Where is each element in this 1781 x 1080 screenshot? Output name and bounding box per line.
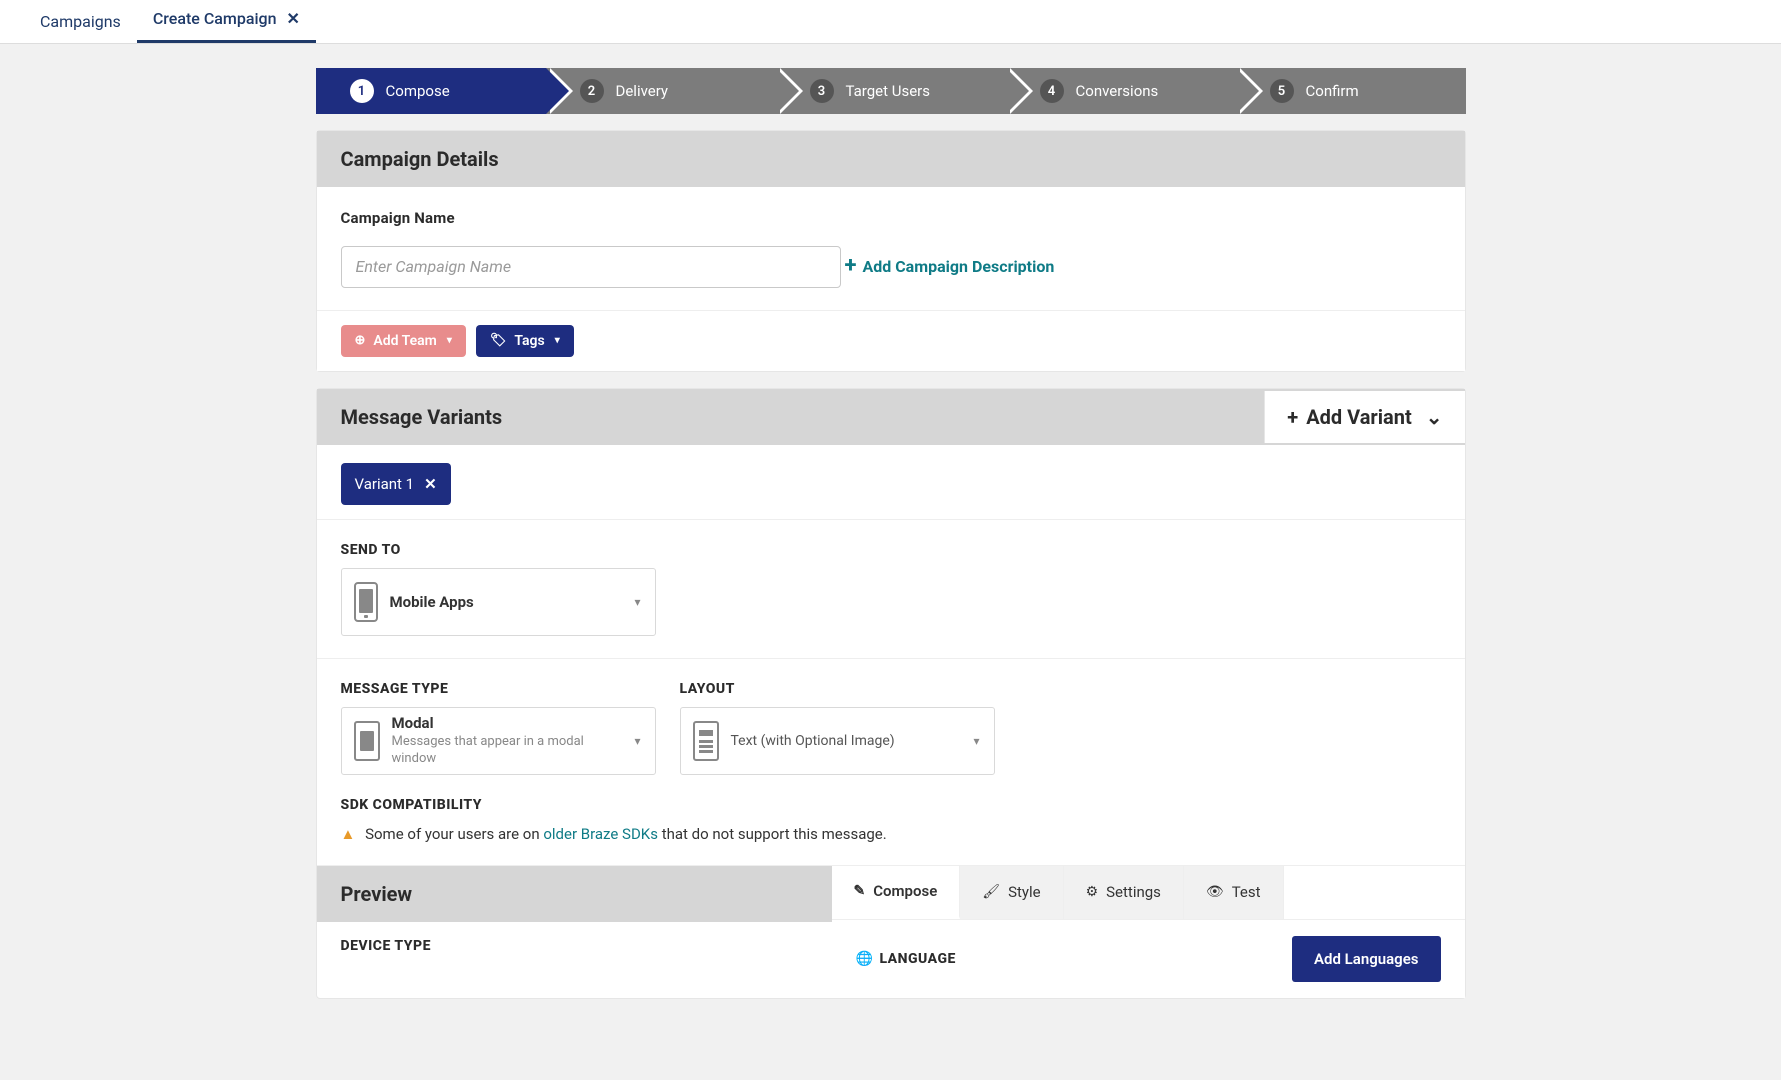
globe-icon: 🌐 xyxy=(856,951,874,967)
step-number: 1 xyxy=(350,79,374,103)
step-number: 4 xyxy=(1040,79,1064,103)
layout-value: Text (with Optional Image) xyxy=(731,733,895,751)
editor-tab-settings-label: Settings xyxy=(1106,883,1161,901)
add-variant-button[interactable]: + Add Variant ⌄ xyxy=(1264,391,1464,443)
editor-tab-style-label: Style xyxy=(1008,883,1041,901)
tab-create-campaign-label: Create Campaign xyxy=(153,9,277,28)
caret-down-icon: ▾ xyxy=(634,734,640,748)
editor-tab-settings[interactable]: ⚙ Settings xyxy=(1064,866,1184,919)
editor-tab-style[interactable]: 🖌 Style xyxy=(960,866,1063,919)
older-sdks-link[interactable]: older Braze SDKs xyxy=(543,825,658,843)
sdk-warning: ▲ Some of your users are on older Braze … xyxy=(341,825,1441,843)
preview-header: Preview xyxy=(317,866,832,922)
variant-tab-bar: Variant 1 ✕ xyxy=(317,445,1465,520)
layout-select[interactable]: Text (with Optional Image) ▾ xyxy=(680,707,995,775)
caret-down-icon: ▾ xyxy=(447,335,452,346)
step-number: 2 xyxy=(580,79,604,103)
step-number: 3 xyxy=(810,79,834,103)
message-type-description: Messages that appear in a modal window xyxy=(392,734,592,767)
globe-icon: ⊕ xyxy=(355,333,366,348)
add-description-label: Add Campaign Description xyxy=(862,257,1054,276)
message-variants-header: Message Variants + Add Variant ⌄ xyxy=(317,389,1465,445)
step-label: Conversions xyxy=(1076,82,1159,100)
caret-down-icon: ▾ xyxy=(973,734,979,748)
variant-1-tab[interactable]: Variant 1 ✕ xyxy=(341,463,451,505)
add-description-button[interactable]: + Add Campaign Description xyxy=(844,255,1054,277)
editor-tab-test[interactable]: 👁 Test xyxy=(1184,866,1284,919)
close-icon[interactable]: ✕ xyxy=(424,475,437,493)
add-variant-label: Add Variant xyxy=(1306,405,1412,429)
editor-tab-compose-label: Compose xyxy=(873,882,937,900)
tab-campaigns[interactable]: Campaigns xyxy=(24,0,137,43)
tags-button[interactable]: 🏷 Tags ▾ xyxy=(476,325,574,357)
step-number: 5 xyxy=(1270,79,1294,103)
step-compose[interactable]: 1 Compose xyxy=(316,68,546,114)
send-to-label: SEND TO xyxy=(341,542,1441,558)
step-target-users[interactable]: 3 Target Users xyxy=(776,68,1006,114)
variant-tab-label: Variant 1 xyxy=(355,475,415,493)
send-to-value: Mobile Apps xyxy=(390,593,474,611)
step-label: Compose xyxy=(386,82,450,100)
add-team-label: Add Team xyxy=(373,333,436,349)
layout-label: LAYOUT xyxy=(680,681,995,697)
sdk-warning-text-post: that do not support this message. xyxy=(658,825,887,843)
tags-label: Tags xyxy=(514,333,544,349)
close-icon[interactable]: ✕ xyxy=(287,9,300,28)
caret-down-icon: ▾ xyxy=(634,595,640,609)
brush-icon: 🖌 xyxy=(982,884,1000,900)
caret-down-icon: ▾ xyxy=(555,335,560,346)
top-tabs: Campaigns Create Campaign ✕ xyxy=(0,0,1781,44)
plus-icon: + xyxy=(1287,405,1298,429)
tab-create-campaign[interactable]: Create Campaign ✕ xyxy=(137,0,316,43)
message-type-select[interactable]: Modal Messages that appear in a modal wi… xyxy=(341,707,656,775)
device-type-label: DEVICE TYPE xyxy=(341,938,808,954)
step-label: Confirm xyxy=(1306,82,1359,100)
message-type-value: Modal xyxy=(392,714,592,732)
message-type-label: MESSAGE TYPE xyxy=(341,681,656,697)
chevron-down-icon: ⌄ xyxy=(1426,405,1443,429)
step-label: Delivery xyxy=(616,82,669,100)
add-team-button[interactable]: ⊕ Add Team ▾ xyxy=(341,325,466,357)
send-to-select[interactable]: Mobile Apps ▾ xyxy=(341,568,656,636)
editor-tab-test-label: Test xyxy=(1232,883,1261,901)
modal-icon xyxy=(354,721,380,761)
meta-row: ⊕ Add Team ▾ 🏷 Tags ▾ xyxy=(317,310,1465,371)
pencil-icon: ✎ xyxy=(854,883,866,899)
step-label: Target Users xyxy=(846,82,930,100)
warning-icon: ▲ xyxy=(341,825,356,843)
add-languages-button[interactable]: Add Languages xyxy=(1292,936,1440,982)
mobile-apps-icon xyxy=(354,582,378,622)
eye-icon: 👁 xyxy=(1206,884,1224,900)
campaign-details-header: Campaign Details xyxy=(317,131,1465,187)
language-label: 🌐 LANGUAGE xyxy=(856,951,956,967)
layout-text-image-icon xyxy=(693,721,719,761)
plus-icon: + xyxy=(844,255,856,277)
message-variants-card: Message Variants + Add Variant ⌄ Variant… xyxy=(316,388,1466,999)
step-conversions[interactable]: 4 Conversions xyxy=(1006,68,1236,114)
editor-tabs: ✎ Compose 🖌 Style ⚙ Settings 👁 xyxy=(832,866,1465,920)
campaign-details-card: Campaign Details Campaign Name + Add Cam… xyxy=(316,130,1466,372)
editor-row: Preview DEVICE TYPE ✎ Compose 🖌 Style xyxy=(317,865,1465,998)
sdk-warning-text-pre: Some of your users are on xyxy=(365,825,543,843)
campaign-name-input[interactable] xyxy=(341,246,841,288)
message-variants-title: Message Variants xyxy=(341,405,503,429)
tag-icon: 🏷 xyxy=(490,333,507,348)
gear-icon: ⚙ xyxy=(1086,884,1099,900)
editor-tab-compose[interactable]: ✎ Compose xyxy=(832,866,961,919)
sdk-compatibility-label: SDK COMPATIBILITY xyxy=(341,797,1441,813)
step-confirm[interactable]: 5 Confirm xyxy=(1236,68,1466,114)
campaign-name-label: Campaign Name xyxy=(341,209,1441,227)
step-delivery[interactable]: 2 Delivery xyxy=(546,68,776,114)
stepper: 1 Compose 2 Delivery 3 Target Users 4 Co… xyxy=(316,68,1466,114)
language-label-text: LANGUAGE xyxy=(879,951,955,967)
